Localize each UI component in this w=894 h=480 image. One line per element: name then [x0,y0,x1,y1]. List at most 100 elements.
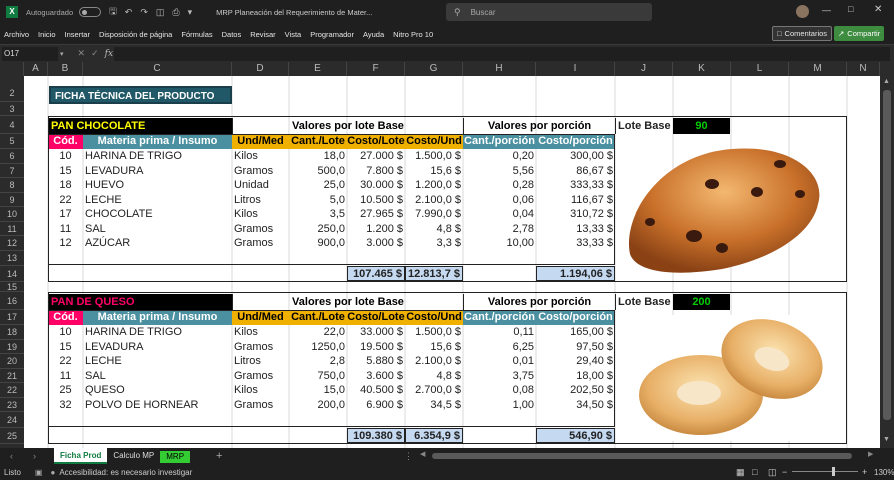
column-header-a[interactable]: A [24,62,48,76]
tab-options-icon[interactable]: ⋮ [404,451,413,462]
tab-calculo-mp[interactable]: Calculo MP [107,448,160,464]
menu-insertar[interactable]: Insertar [65,30,90,39]
column-header-g[interactable]: G [405,62,463,76]
scroll-right-icon[interactable]: ▶ [868,450,873,458]
enter-icon[interactable]: ✓ [91,48,99,59]
row-header-12[interactable]: 12 [0,236,24,251]
menu-programador[interactable]: Programador [310,30,354,39]
row-header-9[interactable]: 9 [0,193,24,207]
row-header-23[interactable]: 23 [0,398,24,412]
menu-inicio[interactable]: Inicio [38,30,56,39]
column-header-k[interactable]: K [673,62,731,76]
menu-datos[interactable]: Datos [222,30,242,39]
column-header-j[interactable]: J [615,62,673,76]
record-macro-icon[interactable]: ▣ [35,468,43,477]
share-button[interactable]: ↗ Compartir [834,26,885,41]
row-header-21[interactable]: 21 [0,369,24,383]
accessibility-icon[interactable]: ● [50,468,55,477]
horizontal-scrollbar[interactable]: ◀ ▶ [420,450,880,460]
column-header-l[interactable]: L [731,62,789,76]
normal-view-icon[interactable]: ▦ [736,467,745,478]
search-box[interactable]: ⚲ Buscar [446,3,652,21]
row-header-3[interactable]: 3 [0,102,24,116]
column-header-c[interactable]: C [83,62,232,76]
total-costo-lote[interactable]: 109.380 $ [347,428,405,443]
avatar[interactable] [796,5,809,18]
zoom-slider-thumb[interactable] [832,467,835,476]
row-header-2[interactable]: 2 [0,84,24,102]
column-header-i[interactable]: I [536,62,615,76]
menu-archivo[interactable]: Archivo [4,30,29,39]
menu-revisar[interactable]: Revisar [250,30,275,39]
column-header-f[interactable]: F [347,62,405,76]
formula-input[interactable] [114,47,890,61]
column-header-d[interactable]: D [232,62,289,76]
row-header-22[interactable]: 22 [0,383,24,398]
total-costo-und[interactable]: 12.813,7 $ [405,266,463,281]
print-icon[interactable]: ⎙ [172,7,179,18]
row-header-20[interactable]: 20 [0,354,24,369]
zoom-out-icon[interactable]: − [782,467,787,477]
horizontal-scroll-thumb[interactable] [432,453,852,459]
total-costo-lote[interactable]: 107.465 $ [347,266,405,281]
minimize-icon[interactable]: — [822,5,831,15]
comments-button[interactable]: □ Comentarios [772,26,833,41]
prev-sheet-icon[interactable]: ‹ [10,451,13,461]
scroll-left-icon[interactable]: ◀ [420,450,425,458]
autosave-toggle[interactable] [79,7,102,17]
total-porcion[interactable]: 546,90 $ [536,428,615,443]
function-icon[interactable]: fx [105,49,113,59]
row-header-10[interactable]: 10 [0,207,24,222]
row-header-6[interactable]: 6 [0,149,24,164]
worksheet-grid[interactable]: FICHA TÉCNICA DEL PRODUCTO PAN CHOCOLATE… [0,76,880,448]
menu-vista[interactable]: Vista [285,30,302,39]
row-header-15[interactable]: 15 [0,282,24,292]
filter-icon[interactable]: ◫ [156,7,165,18]
page-break-icon[interactable]: ◫ [768,467,777,478]
menu-ayuda[interactable]: Ayuda [363,30,384,39]
row-header-4[interactable]: 4 [0,116,24,134]
row-header-7[interactable]: 7 [0,164,24,178]
scroll-up-icon[interactable]: ▲ [883,78,890,85]
undo-icon[interactable]: ↶ [125,7,133,18]
save-icon[interactable]: 🖫 [109,4,117,20]
quick-access-icon[interactable]: ▾ [188,7,193,18]
row-header-18[interactable]: 18 [0,325,24,340]
row-header-24[interactable]: 24 [0,412,24,428]
tab-mrp[interactable]: MRP [160,450,191,463]
vertical-scrollbar[interactable]: ▲ ▼ [880,76,894,448]
row-header-13[interactable]: 13 [0,251,24,266]
row-header-19[interactable]: 19 [0,340,24,354]
menu-nitro[interactable]: Nitro Pro 10 [393,30,433,39]
column-header-h[interactable]: H [463,62,536,76]
total-porcion[interactable]: 1.194,06 $ [536,266,615,281]
name-box[interactable]: O17 [2,46,58,61]
zoom-in-icon[interactable]: + [862,467,867,477]
close-icon[interactable]: ✕ [874,4,882,15]
page-layout-icon[interactable]: □ [752,467,757,477]
row-header-16[interactable]: 16 [0,292,24,310]
accessibility-status[interactable]: Accesibilidad: es necesario investigar [59,468,192,477]
select-all-corner[interactable] [0,62,24,76]
column-header-m[interactable]: M [789,62,847,76]
name-box-dropdown-icon[interactable]: ▾ [60,50,64,58]
menu-formulas[interactable]: Fórmulas [181,30,212,39]
scroll-down-icon[interactable]: ▼ [883,436,890,443]
row-header-5[interactable]: 5 [0,134,24,149]
menu-disposicion[interactable]: Disposición de página [99,30,172,39]
row-header-14[interactable]: 14 [0,266,24,282]
total-costo-und[interactable]: 6.354,9 $ [405,428,463,443]
scroll-thumb[interactable] [883,90,891,420]
tab-ficha-prod[interactable]: Ficha Prod [54,448,108,464]
row-header-25[interactable]: 25 [0,428,24,444]
next-sheet-icon[interactable]: › [33,451,36,461]
redo-icon[interactable]: ↷ [140,7,148,18]
zoom-level[interactable]: 130% [874,468,894,477]
maximize-icon[interactable]: □ [848,4,853,14]
column-header-n[interactable]: N [847,62,880,76]
row-header-17[interactable]: 17 [0,310,24,325]
column-header-b[interactable]: B [48,62,83,76]
zoom-slider[interactable] [792,467,858,476]
column-header-e[interactable]: E [289,62,347,76]
row-header-11[interactable]: 11 [0,222,24,236]
